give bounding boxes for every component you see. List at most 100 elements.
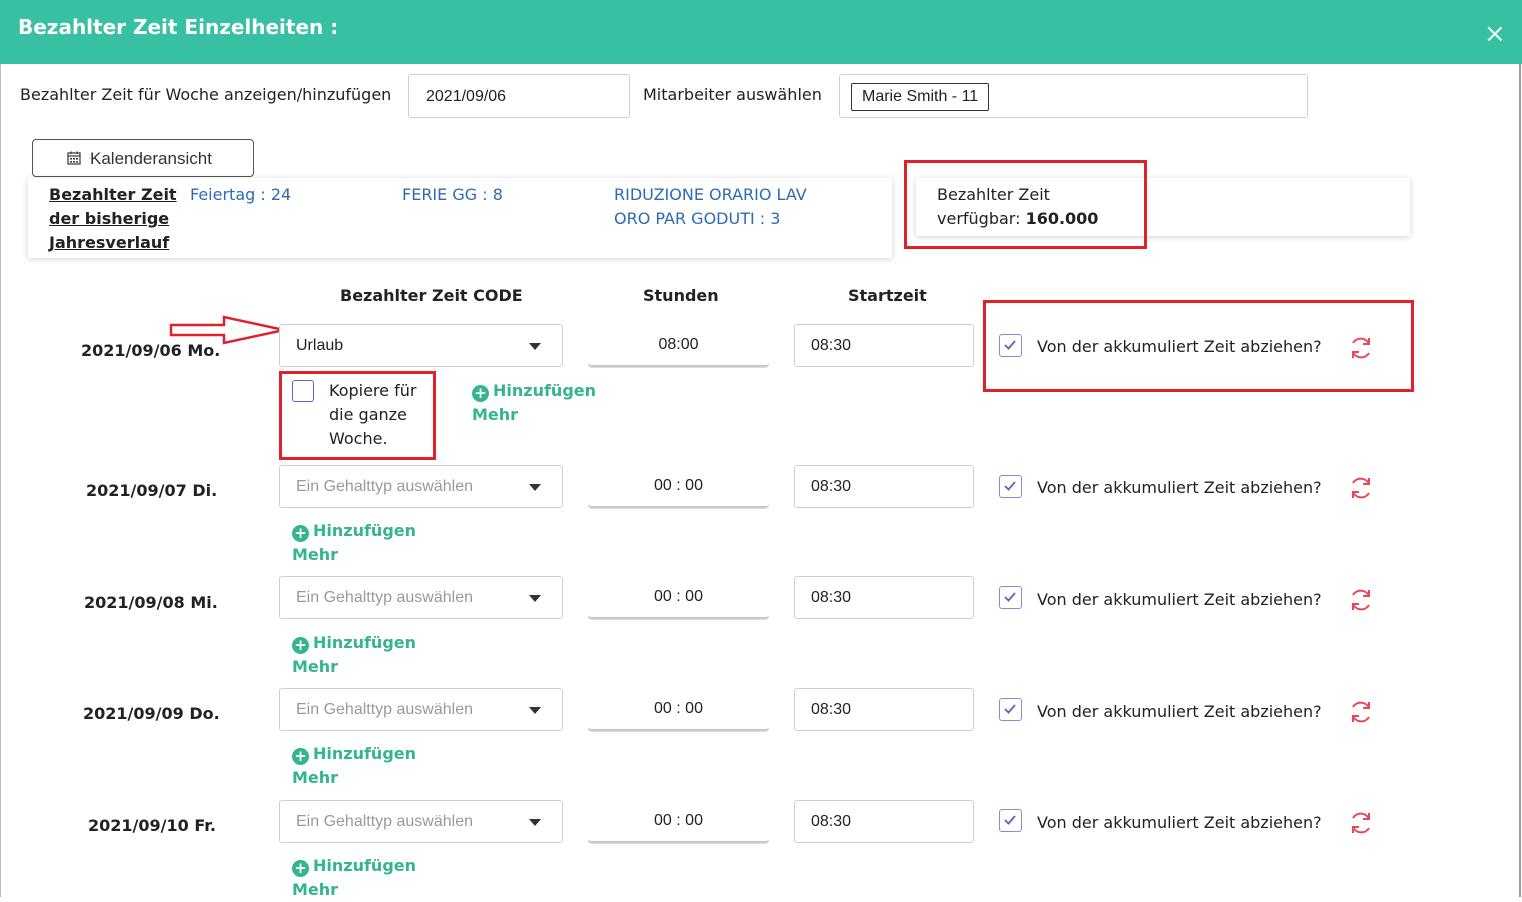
check-icon (1004, 592, 1016, 602)
deduct-label: Von der akkumuliert Zeit abziehen? (1037, 478, 1322, 497)
week-date-input[interactable]: 2021/09/06 (408, 74, 630, 118)
copy-week-line1: Kopiere für (329, 381, 417, 400)
plus-circle-icon: + (292, 525, 309, 542)
column-hours: Stunden (643, 286, 719, 305)
pay-code-select[interactable]: Ein Gehalttyp auswählen (279, 576, 563, 619)
add-more-label: Hinzufügen (313, 521, 417, 540)
pay-code-select[interactable]: Ein Gehalttyp auswählen (279, 800, 563, 843)
deduct-label: Von der akkumuliert Zeit abziehen? (1037, 590, 1322, 609)
column-start: Startzeit (848, 286, 927, 305)
week-label: Bezahlter Zeit für Woche anzeigen/hinzuf… (20, 85, 392, 104)
dialog-border-left (0, 64, 1, 897)
week-date-value: 2021/09/06 (426, 88, 507, 105)
start-time-input[interactable]: 08:30 (794, 324, 974, 367)
add-more-button[interactable]: + Hinzufügen Mehr (292, 631, 416, 679)
deduct-label: Von der akkumuliert Zeit abziehen? (1037, 337, 1322, 356)
hours-input[interactable]: 00 : 00 (588, 576, 769, 619)
deduct-checkbox[interactable] (999, 334, 1022, 357)
copy-week-label: Kopiere für die ganze Woche. (329, 379, 416, 451)
available-line2: verfügbar: 160.000 (937, 207, 1098, 231)
add-more-button[interactable]: + Hinzufügen Mehr (292, 854, 416, 902)
plus-circle-icon: + (292, 748, 309, 765)
plus-circle-icon: + (472, 385, 489, 402)
copy-week-line2: die ganze (329, 405, 407, 424)
chevron-down-icon (529, 595, 541, 602)
add-more-label-2: Mehr (292, 545, 339, 564)
refresh-icon[interactable] (1348, 335, 1374, 361)
employee-select[interactable]: Marie Smith - 11 (839, 74, 1308, 118)
deduct-checkbox[interactable] (999, 698, 1022, 721)
add-more-label: Hinzufügen (313, 633, 417, 652)
add-more-label: Hinzufügen (313, 856, 417, 875)
refresh-icon[interactable] (1348, 699, 1374, 725)
hours-input[interactable]: 00 : 00 (588, 688, 769, 731)
available-value: 160.000 (1025, 209, 1099, 228)
calendar-view-label: Kalenderansicht (90, 149, 212, 168)
deduct-label: Von der akkumuliert Zeit abziehen? (1037, 702, 1322, 721)
add-more-label-2: Mehr (292, 880, 339, 899)
plus-circle-icon: + (292, 637, 309, 654)
start-time-input[interactable]: 08:30 (794, 465, 974, 508)
refresh-icon[interactable] (1348, 810, 1374, 836)
copy-week-checkbox[interactable] (292, 380, 314, 402)
refresh-icon[interactable] (1348, 475, 1374, 501)
start-time-input[interactable]: 08:30 (794, 800, 974, 843)
stat-feiertag: Feiertag : 24 (190, 185, 292, 204)
add-more-label: Hinzufügen (313, 744, 417, 763)
pay-code-placeholder: Ein Gehalttyp auswählen (296, 701, 473, 718)
history-title-line1[interactable]: Bezahlter Zeit (49, 183, 177, 207)
add-more-label-2: Mehr (292, 657, 339, 676)
pay-code-placeholder: Ein Gehalttyp auswählen (296, 813, 473, 830)
add-more-label-2: Mehr (292, 768, 339, 787)
add-more-button[interactable]: + Hinzufügen Mehr (292, 519, 416, 567)
dialog-title: Bezahlter Zeit Einzelheiten : (18, 15, 339, 39)
add-more-label-2: Mehr (472, 405, 519, 424)
pay-code-placeholder: Ein Gehalttyp auswählen (296, 478, 473, 495)
row-date: 2021/09/07 Di. (86, 481, 218, 500)
add-more-button[interactable]: + Hinzufügen Mehr (472, 379, 596, 427)
dialog-border-right (1519, 64, 1521, 897)
chevron-down-icon (529, 343, 541, 350)
stat-riduzione-line2: ORO PAR GODUTI : 3 (614, 209, 781, 228)
start-time-input[interactable]: 08:30 (794, 688, 974, 731)
pay-code-select[interactable]: Ein Gehalttyp auswählen (279, 465, 563, 508)
available-line1: Bezahlter Zeit (937, 185, 1050, 204)
start-time-input[interactable]: 08:30 (794, 576, 974, 619)
chevron-down-icon (529, 819, 541, 826)
add-more-label: Hinzufügen (493, 381, 597, 400)
row-date: 2021/09/06 Mo. (81, 341, 221, 360)
refresh-icon[interactable] (1348, 587, 1374, 613)
row-date: 2021/09/09 Do. (83, 704, 220, 723)
deduct-label: Von der akkumuliert Zeit abziehen? (1037, 813, 1322, 832)
pay-code-select[interactable]: Ein Gehalttyp auswählen (279, 688, 563, 731)
hours-input[interactable]: 08:00 (588, 324, 769, 367)
calendar-view-button[interactable]: Kalenderansicht (32, 139, 254, 177)
deduct-checkbox[interactable] (999, 586, 1022, 609)
stat-riduzione-line1: RIDUZIONE ORARIO LAV (614, 185, 807, 204)
stat-ferie: FERIE GG : 8 (402, 185, 503, 204)
pay-code-value: Urlaub (296, 337, 344, 354)
chevron-down-icon (529, 707, 541, 714)
dialog-header: Bezahlter Zeit Einzelheiten : × (0, 0, 1522, 64)
column-code: Bezahlter Zeit CODE (340, 286, 523, 305)
deduct-checkbox[interactable] (999, 475, 1022, 498)
history-title-line2[interactable]: der bisherige (49, 207, 169, 231)
employee-label: Mitarbeiter auswählen (643, 85, 822, 104)
history-title-line3[interactable]: Jahresverlauf (49, 231, 169, 255)
close-icon[interactable]: × (1484, 21, 1506, 47)
hours-input[interactable]: 00 : 00 (588, 800, 769, 843)
hours-input[interactable]: 00 : 00 (588, 465, 769, 508)
add-more-button[interactable]: + Hinzufügen Mehr (292, 742, 416, 790)
plus-circle-icon: + (292, 860, 309, 877)
check-icon (1004, 340, 1016, 350)
row-date: 2021/09/10 Fr. (88, 816, 216, 835)
pay-code-placeholder: Ein Gehalttyp auswählen (296, 589, 473, 606)
copy-week-line3: Woche. (329, 429, 388, 448)
check-icon (1004, 481, 1016, 491)
pay-code-select[interactable]: Urlaub (279, 324, 563, 367)
row-date: 2021/09/08 Mi. (84, 593, 218, 612)
chevron-down-icon (529, 484, 541, 491)
employee-tag[interactable]: Marie Smith - 11 (851, 83, 990, 111)
check-icon (1004, 704, 1016, 714)
deduct-checkbox[interactable] (999, 809, 1022, 832)
